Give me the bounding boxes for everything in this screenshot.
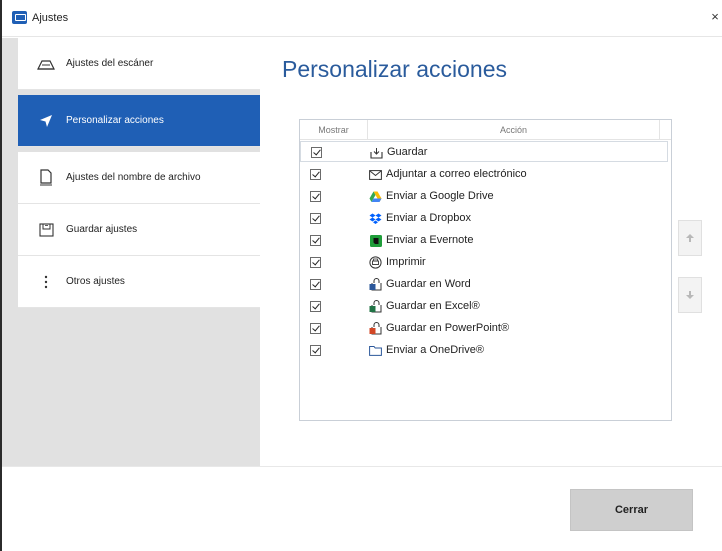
sidebar-item-label: Ajustes del escáner <box>66 58 154 69</box>
email-icon <box>369 168 382 181</box>
move-down-button[interactable] <box>678 277 702 313</box>
sidebar-item-scanner-settings[interactable]: Ajustes del escáner <box>18 38 260 90</box>
title-bar: Ajustes × <box>2 0 722 37</box>
action-label: Enviar a Google Drive <box>386 190 494 202</box>
sidebar-item-other-settings[interactable]: Otros ajustes <box>18 256 260 308</box>
window-close-button[interactable]: × <box>708 9 722 25</box>
window-title: Ajustes <box>32 12 69 24</box>
sidebar-item-label: Guardar ajustes <box>66 224 138 235</box>
show-checkbox[interactable] <box>311 147 322 158</box>
close-button[interactable]: Cerrar <box>570 489 693 531</box>
action-label: Guardar en Excel® <box>386 300 480 312</box>
sidebar-item-customize-actions[interactable]: Personalizar acciones <box>18 95 260 147</box>
list-item[interactable]: Guardar en Excel® <box>300 296 671 318</box>
list-item[interactable]: Guardar en Word <box>300 274 671 296</box>
list-header: Mostrar Acción <box>300 120 671 140</box>
list-item[interactable]: Guardar <box>300 141 671 163</box>
list-item[interactable]: Guardar en PowerPoint® <box>300 318 671 340</box>
show-checkbox[interactable] <box>310 213 321 224</box>
column-header-show[interactable]: Mostrar <box>300 120 368 140</box>
show-checkbox[interactable] <box>310 169 321 180</box>
sidebar-item-label: Personalizar acciones <box>66 115 164 126</box>
move-up-button[interactable] <box>678 220 702 256</box>
onedrive-folder-icon <box>369 344 382 357</box>
list-item[interactable]: Enviar a Evernote <box>300 230 671 252</box>
send-icon <box>26 114 66 128</box>
arrow-up-icon <box>686 234 694 242</box>
print-icon <box>369 256 382 269</box>
list-item[interactable]: Enviar a Dropbox <box>300 208 671 230</box>
action-label: Enviar a OneDrive® <box>386 344 484 356</box>
scanner-icon <box>26 57 66 71</box>
sidebar: Ajustes del escáner Personalizar accione… <box>2 38 260 466</box>
list-item[interactable]: Adjuntar a correo electrónico <box>300 164 671 186</box>
show-checkbox[interactable] <box>310 191 321 202</box>
show-checkbox[interactable] <box>310 345 321 356</box>
action-label: Guardar <box>387 146 428 158</box>
sidebar-item-filename-settings[interactable]: Ajustes del nombre de archivo <box>18 152 260 204</box>
sidebar-item-save-settings[interactable]: Guardar ajustes <box>18 204 260 256</box>
evernote-icon <box>369 234 382 247</box>
dropbox-icon <box>369 212 382 225</box>
list-item[interactable]: Imprimir <box>300 252 671 274</box>
actions-list[interactable]: Mostrar Acción Guardar Adjuntar a correo… <box>299 119 672 421</box>
show-checkbox[interactable] <box>310 301 321 312</box>
show-checkbox[interactable] <box>310 279 321 290</box>
document-icon <box>26 169 66 186</box>
save-settings-icon <box>26 222 66 237</box>
page-title: Personalizar acciones <box>282 56 508 82</box>
show-checkbox[interactable] <box>310 257 321 268</box>
column-header-action[interactable]: Acción <box>368 120 660 140</box>
sidebar-item-label: Ajustes del nombre de archivo <box>66 172 201 183</box>
powerpoint-icon <box>369 322 382 335</box>
more-vertical-icon <box>26 275 66 289</box>
action-label: Guardar en Word <box>386 278 471 290</box>
action-label: Enviar a Dropbox <box>386 212 471 224</box>
list-item[interactable]: Enviar a OneDrive® <box>300 340 671 362</box>
save-icon <box>370 146 383 159</box>
action-label: Imprimir <box>386 256 426 268</box>
sidebar-item-label: Otros ajustes <box>66 276 125 287</box>
arrow-down-icon <box>686 291 694 299</box>
show-checkbox[interactable] <box>310 323 321 334</box>
settings-window: Ajustes × Ajustes del escáner Personaliz… <box>0 0 722 551</box>
list-item[interactable]: Enviar a Google Drive <box>300 186 671 208</box>
action-label: Enviar a Evernote <box>386 234 474 246</box>
action-label: Guardar en PowerPoint® <box>386 322 510 334</box>
action-label: Adjuntar a correo electrónico <box>386 168 527 180</box>
google-drive-icon <box>369 190 382 203</box>
word-icon <box>369 278 382 291</box>
show-checkbox[interactable] <box>310 235 321 246</box>
app-icon <box>12 11 27 24</box>
excel-icon <box>369 300 382 313</box>
main-panel: Personalizar acciones Mostrar Acción Gua… <box>260 38 722 466</box>
